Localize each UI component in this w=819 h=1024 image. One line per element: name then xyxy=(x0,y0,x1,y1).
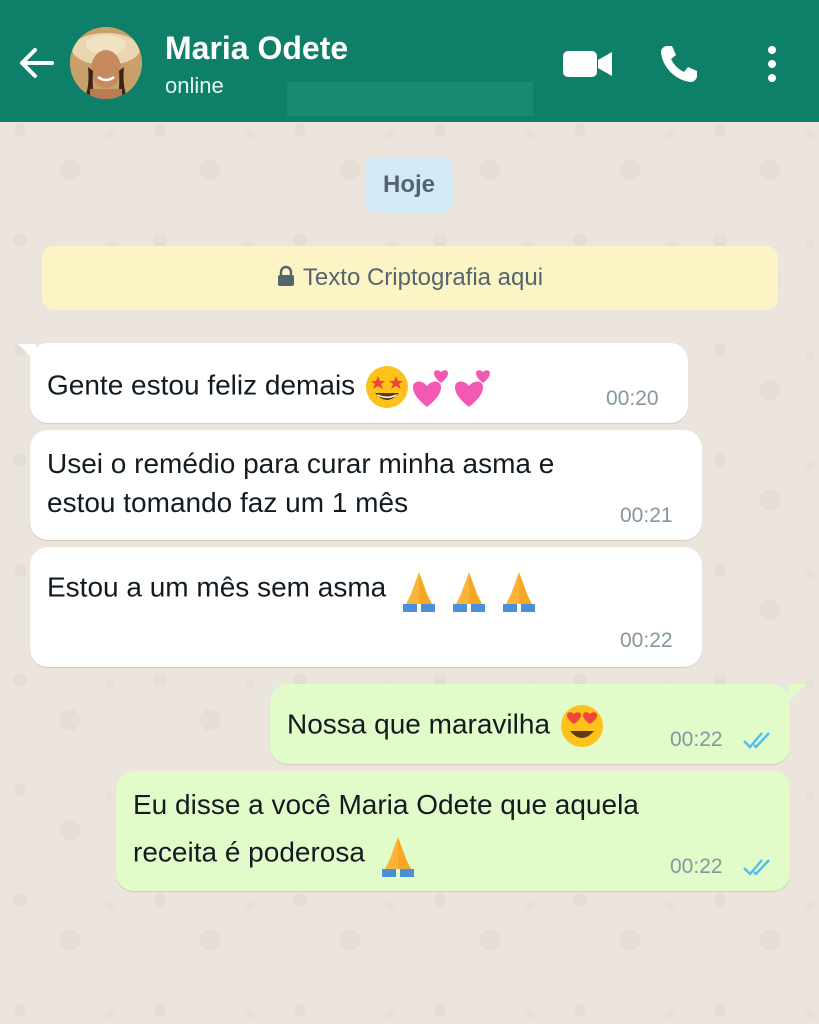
back-arrow-icon xyxy=(20,48,54,78)
message-time: 00:20 xyxy=(606,387,659,410)
message-time: 00:22 xyxy=(620,629,673,652)
outgoing-message[interactable]: Nossa que maravilha 00:22 xyxy=(270,684,790,764)
star-struck-emoji xyxy=(365,366,408,408)
chat-header: Maria Odete online xyxy=(0,0,819,122)
contact-status: online xyxy=(165,73,224,98)
more-options-button[interactable] xyxy=(752,40,792,88)
folded-hands-emoji xyxy=(403,572,436,612)
message-text-line: estou tomando faz um 1 mês xyxy=(47,487,409,518)
video-call-button[interactable] xyxy=(560,40,616,88)
message-text: Nossa que maravilha xyxy=(287,708,551,740)
message-time: 00:22 xyxy=(670,728,723,751)
heart-eyes-emoji xyxy=(560,705,603,747)
message-time: 00:21 xyxy=(620,504,673,527)
incoming-message[interactable]: Usei o remédio para curar minha asma e e… xyxy=(30,430,702,540)
contact-photo xyxy=(70,27,142,99)
voice-call-button[interactable] xyxy=(655,40,705,88)
encryption-notice-text: Texto Criptografia aqui xyxy=(302,264,544,291)
double-check-icon xyxy=(743,732,770,749)
bubble-tail xyxy=(788,684,806,702)
incoming-message[interactable]: Gente estou feliz demais 00:20 xyxy=(30,343,688,423)
date-separator: Hoje xyxy=(365,157,453,213)
avatar[interactable] xyxy=(70,27,142,99)
encryption-notice[interactable]: Texto Criptografia aqui xyxy=(42,246,778,310)
redacted-area xyxy=(287,82,533,116)
message-text: Gente estou feliz demais xyxy=(47,369,356,401)
folded-hands-emoji xyxy=(503,572,536,612)
more-vertical-icon xyxy=(768,46,776,82)
video-call-icon xyxy=(563,51,612,77)
folded-hands-emoji xyxy=(381,837,414,877)
folded-hands-emoji xyxy=(453,572,486,612)
contact-name[interactable]: Maria Odete xyxy=(165,30,348,67)
message-text-line: receita é poderosa xyxy=(133,836,365,868)
two-hearts-emoji xyxy=(454,370,490,407)
message-time: 00:22 xyxy=(670,855,723,878)
message-text-line: Usei o remédio para curar minha asma e xyxy=(47,448,555,479)
incoming-message[interactable]: Estou a um mês sem asma 00:22 xyxy=(30,547,702,667)
message-text: Estou a um mês sem asma xyxy=(47,571,387,603)
double-check-icon xyxy=(743,859,770,876)
lock-icon xyxy=(277,265,294,286)
outgoing-message[interactable]: Eu disse a você Maria Odete que aquela r… xyxy=(116,771,790,891)
phone-icon xyxy=(661,46,697,82)
two-hearts-emoji xyxy=(412,370,448,407)
message-text-line: Eu disse a você Maria Odete que aquela xyxy=(133,789,639,820)
back-button[interactable] xyxy=(14,40,60,86)
